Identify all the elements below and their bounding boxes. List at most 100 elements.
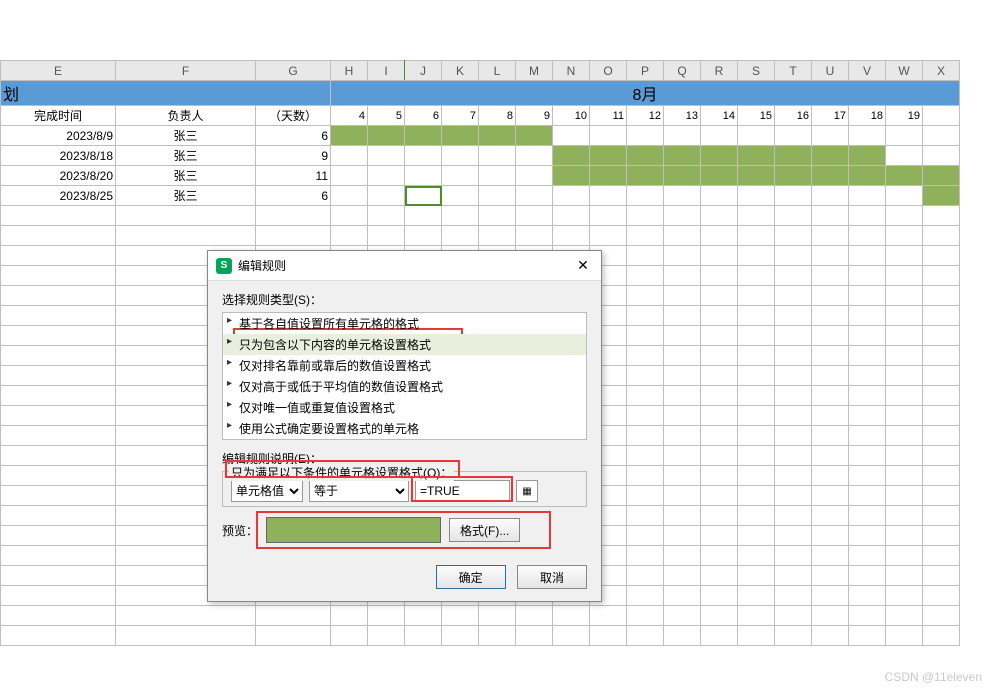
empty-cell[interactable] bbox=[1, 466, 116, 486]
empty-cell[interactable] bbox=[849, 466, 886, 486]
empty-cell[interactable] bbox=[627, 346, 664, 366]
empty-cell[interactable] bbox=[627, 226, 664, 246]
empty-cell[interactable] bbox=[775, 606, 812, 626]
empty-cell[interactable] bbox=[923, 266, 960, 286]
empty-cell[interactable] bbox=[553, 626, 590, 646]
empty-cell[interactable] bbox=[775, 226, 812, 246]
empty-cell[interactable] bbox=[1, 346, 116, 366]
empty-cell[interactable] bbox=[442, 226, 479, 246]
empty-cell[interactable] bbox=[664, 506, 701, 526]
empty-cell[interactable] bbox=[1, 386, 116, 406]
gantt-cell[interactable] bbox=[886, 146, 923, 166]
empty-cell[interactable] bbox=[627, 266, 664, 286]
empty-cell[interactable] bbox=[442, 206, 479, 226]
empty-cell[interactable] bbox=[701, 546, 738, 566]
empty-cell[interactable] bbox=[812, 366, 849, 386]
empty-cell[interactable] bbox=[1, 226, 116, 246]
gantt-cell[interactable] bbox=[479, 126, 516, 146]
cell-owner[interactable]: 张三 bbox=[116, 186, 256, 206]
gantt-cell[interactable] bbox=[664, 186, 701, 206]
empty-cell[interactable] bbox=[812, 306, 849, 326]
gantt-cell[interactable] bbox=[553, 186, 590, 206]
empty-cell[interactable] bbox=[849, 486, 886, 506]
empty-cell[interactable] bbox=[1, 266, 116, 286]
empty-cell[interactable] bbox=[812, 386, 849, 406]
empty-cell[interactable] bbox=[1, 606, 116, 626]
empty-cell[interactable] bbox=[627, 466, 664, 486]
empty-cell[interactable] bbox=[886, 306, 923, 326]
empty-cell[interactable] bbox=[775, 246, 812, 266]
rule-type-item[interactable]: 仅对排名靠前或靠后的数值设置格式 bbox=[223, 355, 586, 376]
empty-cell[interactable] bbox=[738, 426, 775, 446]
gantt-cell[interactable] bbox=[701, 126, 738, 146]
empty-cell[interactable] bbox=[812, 446, 849, 466]
empty-cell[interactable] bbox=[553, 206, 590, 226]
empty-cell[interactable] bbox=[368, 606, 405, 626]
empty-cell[interactable] bbox=[738, 386, 775, 406]
gantt-cell[interactable] bbox=[442, 126, 479, 146]
empty-cell[interactable] bbox=[849, 246, 886, 266]
empty-cell[interactable] bbox=[1, 306, 116, 326]
empty-cell[interactable] bbox=[664, 466, 701, 486]
gantt-cell[interactable] bbox=[701, 166, 738, 186]
empty-cell[interactable] bbox=[812, 586, 849, 606]
empty-cell[interactable] bbox=[664, 486, 701, 506]
empty-cell[interactable] bbox=[627, 606, 664, 626]
empty-cell[interactable] bbox=[368, 226, 405, 246]
gantt-cell[interactable] bbox=[627, 146, 664, 166]
empty-cell[interactable] bbox=[886, 486, 923, 506]
range-select-icon[interactable]: ▦ bbox=[516, 480, 538, 502]
cell-date[interactable]: 2023/8/9 bbox=[1, 126, 116, 146]
column-header-row[interactable]: EFGHIJKLMNOPQRSTUVWX bbox=[1, 61, 960, 81]
gantt-cell[interactable] bbox=[701, 146, 738, 166]
empty-cell[interactable] bbox=[405, 606, 442, 626]
cell-days[interactable]: 9 bbox=[256, 146, 331, 166]
empty-cell[interactable] bbox=[256, 206, 331, 226]
gantt-cell[interactable] bbox=[442, 166, 479, 186]
empty-cell[interactable] bbox=[738, 326, 775, 346]
empty-cell[interactable] bbox=[664, 626, 701, 646]
empty-cell[interactable] bbox=[886, 426, 923, 446]
gantt-cell[interactable] bbox=[627, 186, 664, 206]
gantt-cell[interactable] bbox=[553, 126, 590, 146]
rule-type-list[interactable]: 基于各自值设置所有单元格的格式只为包含以下内容的单元格设置格式仅对排名靠前或靠后… bbox=[222, 312, 587, 440]
empty-cell[interactable] bbox=[812, 466, 849, 486]
empty-cell[interactable] bbox=[886, 526, 923, 546]
empty-cell[interactable] bbox=[886, 446, 923, 466]
column-header[interactable]: R bbox=[701, 61, 738, 81]
empty-cell[interactable] bbox=[1, 546, 116, 566]
column-header[interactable]: I bbox=[368, 61, 405, 81]
cell-date[interactable]: 2023/8/25 bbox=[1, 186, 116, 206]
empty-cell[interactable] bbox=[886, 206, 923, 226]
empty-cell[interactable] bbox=[849, 586, 886, 606]
gantt-cell[interactable] bbox=[516, 146, 553, 166]
gantt-cell[interactable] bbox=[331, 126, 368, 146]
gantt-cell[interactable] bbox=[775, 186, 812, 206]
empty-cell[interactable] bbox=[849, 446, 886, 466]
empty-cell[interactable] bbox=[923, 446, 960, 466]
gantt-cell[interactable] bbox=[664, 126, 701, 146]
empty-cell[interactable] bbox=[1, 486, 116, 506]
gantt-cell[interactable] bbox=[553, 146, 590, 166]
empty-cell[interactable] bbox=[738, 406, 775, 426]
empty-cell[interactable] bbox=[923, 326, 960, 346]
empty-cell[interactable] bbox=[701, 486, 738, 506]
empty-cell[interactable] bbox=[923, 546, 960, 566]
empty-cell[interactable] bbox=[812, 626, 849, 646]
empty-cell[interactable] bbox=[775, 306, 812, 326]
cell-days[interactable]: 6 bbox=[256, 186, 331, 206]
empty-cell[interactable] bbox=[664, 306, 701, 326]
empty-cell[interactable] bbox=[738, 366, 775, 386]
empty-cell[interactable] bbox=[775, 486, 812, 506]
empty-cell[interactable] bbox=[849, 626, 886, 646]
gantt-cell[interactable] bbox=[368, 166, 405, 186]
table-row[interactable]: 2023/8/9张三6 bbox=[1, 126, 960, 146]
gantt-cell[interactable] bbox=[849, 166, 886, 186]
gantt-cell[interactable] bbox=[738, 146, 775, 166]
empty-cell[interactable] bbox=[812, 566, 849, 586]
empty-cell[interactable] bbox=[701, 326, 738, 346]
column-header[interactable]: E bbox=[1, 61, 116, 81]
empty-cell[interactable] bbox=[1, 246, 116, 266]
empty-cell[interactable] bbox=[664, 586, 701, 606]
gantt-cell[interactable] bbox=[627, 126, 664, 146]
